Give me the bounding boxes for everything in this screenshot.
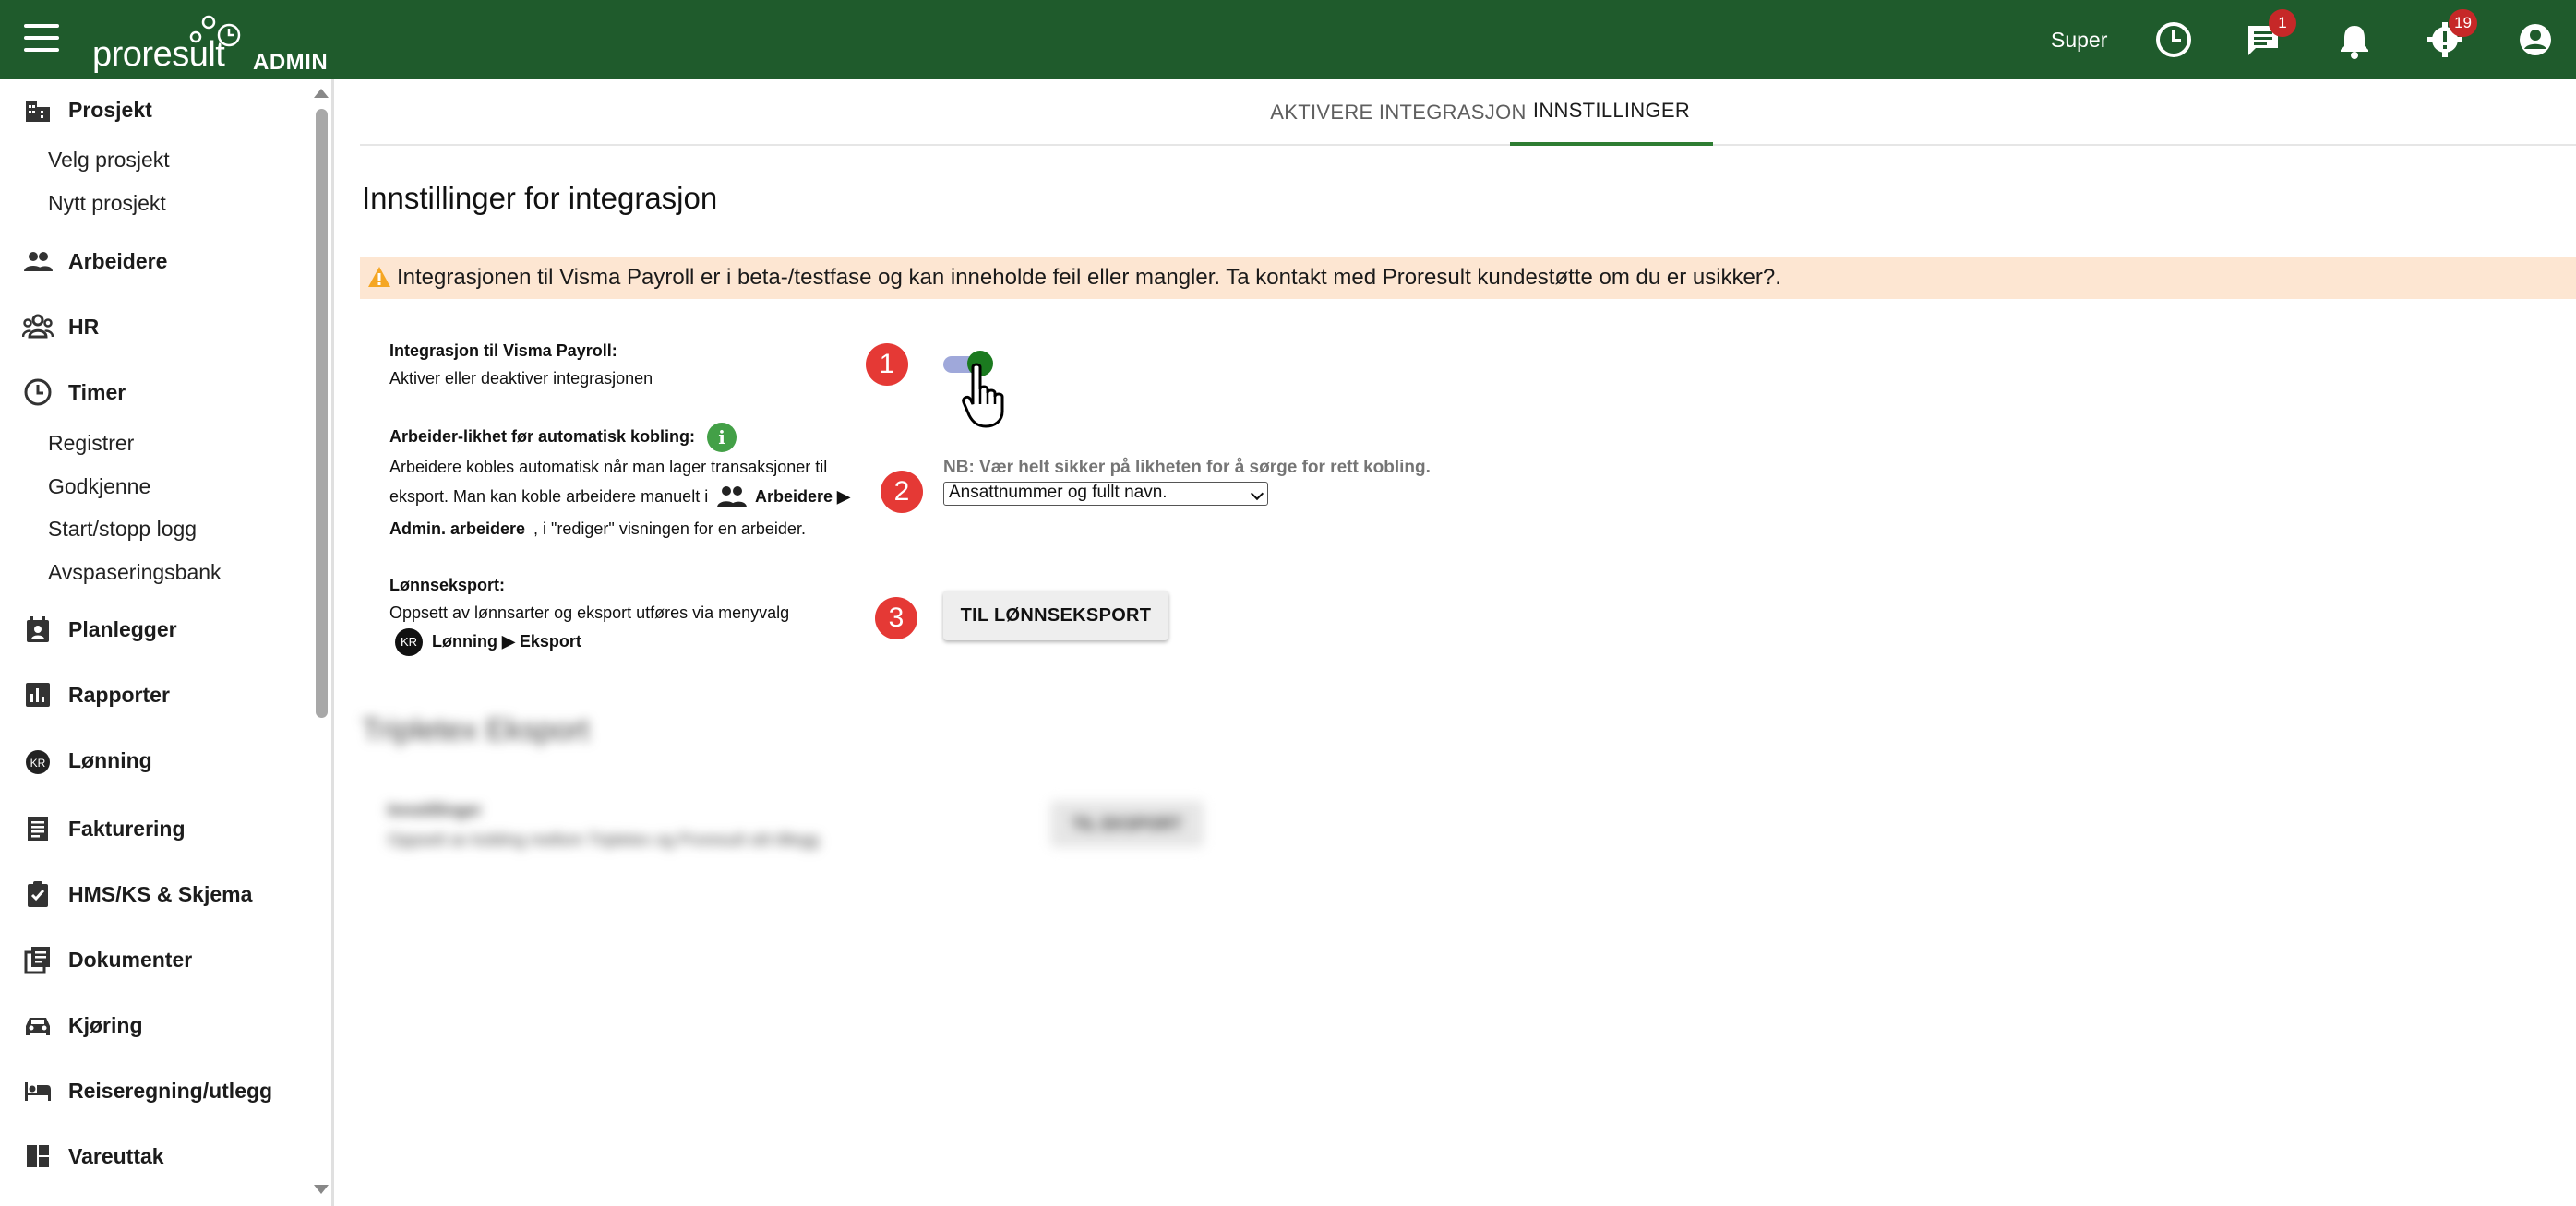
export-desc: Oppsett av lønnsarter og eksport utføres… [389,603,790,622]
sidebar-item-rapporter[interactable]: Rapporter [0,672,314,718]
sidebar-item-vareuttak[interactable]: Vareuttak [0,1133,314,1179]
top-app-bar: proresult ADMIN Super 1 19 [0,0,2576,79]
integration-desc: Aktiver eller deaktiver integrasjonen [389,369,653,388]
bell-icon[interactable] [2335,20,2374,59]
tab-label: INNSTILLINGER [1532,99,1691,122]
sidebar-item-label: Kjøring [68,1012,143,1037]
sidebar-subitem-avspaseringsbank[interactable]: Avspaseringsbank [48,560,222,585]
sidebar-subitem-registrer[interactable]: Registrer [48,431,134,456]
logo-admin-label: ADMIN [253,50,329,75]
sidebar-nav: Prosjekt Velg prosjekt Nytt prosjekt Arb… [0,79,334,1206]
sidebar-item-arbeidere[interactable]: Arbeidere [0,238,314,284]
tab-bar: AKTIVERE INTEGRASJON INNSTILLINGER [360,79,2576,146]
matching-desc-line1: Arbeidere kobles automatisk når man lage… [389,458,828,476]
people-icon [24,252,53,271]
building-icon [26,101,50,122]
chevron-down-icon [1250,486,1264,501]
settings-alert-icon[interactable]: 19 [2426,9,2477,59]
sidebar-item-label: Lønning [68,747,152,772]
matching-title: Arbeider-likhet før automatisk kobling: [389,427,696,446]
export-menu-path: Lønning ▶ Eksport [432,632,581,651]
export-title: Lønnseksport: [389,576,506,594]
sidebar-item-label: Timer [68,379,126,404]
matching-note: NB: Vær helt sikker på likheten for å sø… [943,458,1431,477]
kr-icon: KR [395,628,423,656]
matching-menu-admin-arbeidere: Admin. arbeidere [389,519,526,538]
receipt-icon [28,817,48,841]
bar-chart-icon [26,683,50,707]
tab-innstillinger[interactable]: INNSTILLINGER [1510,79,1713,146]
chat-icon[interactable]: 1 [2245,9,2296,59]
sidebar-item-planlegger[interactable]: Planlegger [0,606,314,652]
sidebar-item-label: Rapporter [68,682,170,707]
calendar-icon [27,616,49,642]
sidebar-item-label: Fakturering [68,816,186,841]
info-icon[interactable]: i [707,423,737,452]
clipboard-check-icon [28,881,48,907]
tab-label: AKTIVERE INTEGRASJON [1270,101,1527,124]
blurred-row-title: Innstillinger [388,801,483,819]
sidebar-item-label: Planlegger [68,616,177,641]
matching-desc-line3: , i "rediger" visningen for en arbeider. [533,519,806,538]
sidebar-item-label: Reiseregning/utlegg [68,1078,273,1103]
logo-bubbles-icon [189,15,241,47]
sidebar-item-prosjekt[interactable]: Prosjekt [0,87,314,133]
sidebar-item-label: HR [68,314,100,339]
sidebar-scroll-thumb[interactable] [316,109,328,718]
blurred-button-label: TIL EKSPORT [1072,815,1182,833]
sidebar-item-label: Prosjekt [68,97,152,122]
blurred-heading: Tripletex Eksport [362,712,590,746]
scroll-down-icon[interactable] [314,1185,329,1194]
sidebar-subitem-start-stopp-logg[interactable]: Start/stopp logg [48,517,197,542]
page-title: Innstillinger for integrasjon [362,181,718,215]
warning-text: Integrasjonen til Visma Payroll er i bet… [397,265,1781,290]
menu-icon[interactable] [24,24,59,54]
sidebar-subitem-nytt-prosjekt[interactable]: Nytt prosjekt [48,191,166,216]
blurred-export-button: TIL EKSPORT [1050,801,1204,847]
sidebar-item-timer[interactable]: Timer [0,369,314,415]
svg-text:KR: KR [30,757,46,770]
matching-select[interactable]: Ansattnummer og fullt navn. [943,482,1268,506]
clock-icon[interactable] [2154,20,2193,59]
hand-pointer-icon [962,363,1004,428]
sidebar-subitem-velg-prosjekt[interactable]: Velg prosjekt [48,148,170,173]
sidebar-item-label: Arbeidere [68,248,168,273]
integration-title: Integrasjon til Visma Payroll: [389,341,617,360]
sidebar-item-fakturering[interactable]: Fakturering [0,806,314,852]
documents-icon [24,947,50,974]
group-icon [22,314,54,339]
chat-badge: 1 [2269,9,2296,37]
beta-warning-banner: Integrasjonen til Visma Payroll er i bet… [360,257,2576,299]
blurred-row-desc: Oppsett av kobling mellom Tripletex og P… [388,830,820,849]
warning-icon [368,267,390,287]
sidebar-item-label: Dokumenter [68,947,193,972]
user-name[interactable]: Super [2051,28,2107,53]
clock-icon [24,378,52,406]
matching-desc-line2: eksport. Man kan koble arbeidere manuelt… [389,487,709,506]
bed-icon [25,1082,51,1101]
sidebar-item-reiseregning[interactable]: Reiseregning/utlegg [0,1068,314,1114]
car-icon [26,1018,50,1035]
sidebar-item-label: HMS/KS & Skjema [68,881,253,906]
kr-icon: KR [26,750,50,774]
sidebar-item-hr[interactable]: HR [0,304,314,350]
button-label: TIL LØNNSEKSPORT [960,604,1152,626]
step-3-marker: 3 [875,597,917,639]
settings-badge: 19 [2449,9,2477,37]
sidebar-item-kjoring[interactable]: Kjøring [0,1002,314,1048]
scroll-up-icon[interactable] [314,89,329,98]
matching-select-value: Ansattnummer og fullt navn. [949,483,1168,502]
sidebar-item-label: Vareuttak [68,1143,164,1168]
til-lonnseksport-button[interactable]: TIL LØNNSEKSPORT [943,591,1168,640]
matching-menu-arbeidere: Arbeidere ▶ [755,487,850,506]
account-icon[interactable] [2516,20,2555,59]
sidebar-item-lonning[interactable]: KR Lønning [0,737,314,783]
sidebar-item-dokumenter[interactable]: Dokumenter [0,937,314,983]
sidebar-subitem-godkjenne[interactable]: Godkjenne [48,474,150,499]
step-1-marker: 1 [866,343,908,386]
step-2-marker: 2 [881,471,923,513]
people-icon [717,486,747,507]
sidebar-item-hms[interactable]: HMS/KS & Skjema [0,871,314,917]
dashboard-icon [27,1145,49,1167]
